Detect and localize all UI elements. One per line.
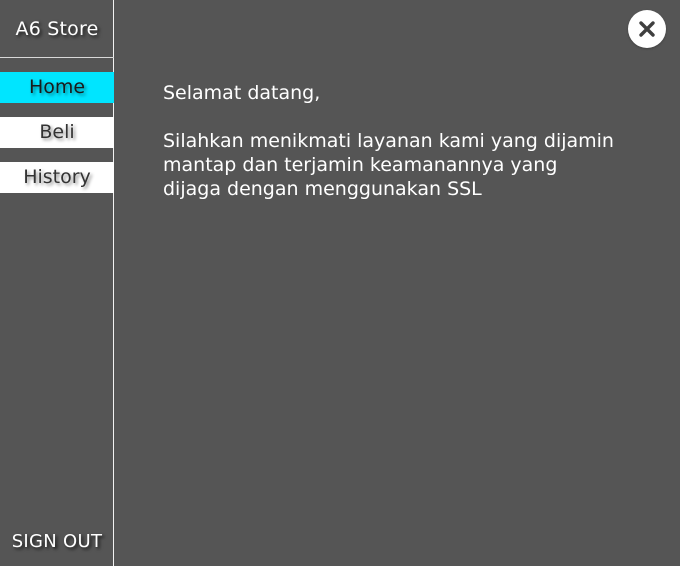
welcome-message: Silahkan menikmati layanan kami yang dij… (163, 130, 614, 200)
sidebar-item-label: History (23, 166, 91, 188)
sidebar: A6 Store Home Beli History SIGN OUT (0, 0, 114, 566)
app-window: A6 Store Home Beli History SIGN OUT Sela… (0, 0, 680, 566)
close-icon (639, 21, 655, 37)
sidebar-item-label: Beli (39, 121, 75, 143)
sidebar-item-beli[interactable]: Beli (0, 117, 114, 148)
main-content: Selamat datang, Silahkan menikmati layan… (163, 81, 633, 201)
sidebar-item-label: Home (28, 76, 86, 98)
sidebar-item-home[interactable]: Home (0, 72, 114, 103)
sidebar-item-history[interactable]: History (0, 162, 114, 193)
welcome-heading: Selamat datang, (163, 82, 321, 104)
sign-out-button[interactable]: SIGN OUT (0, 531, 114, 552)
close-button[interactable] (628, 10, 666, 48)
sidebar-divider (0, 57, 114, 58)
store-brand: A6 Store (15, 18, 99, 40)
